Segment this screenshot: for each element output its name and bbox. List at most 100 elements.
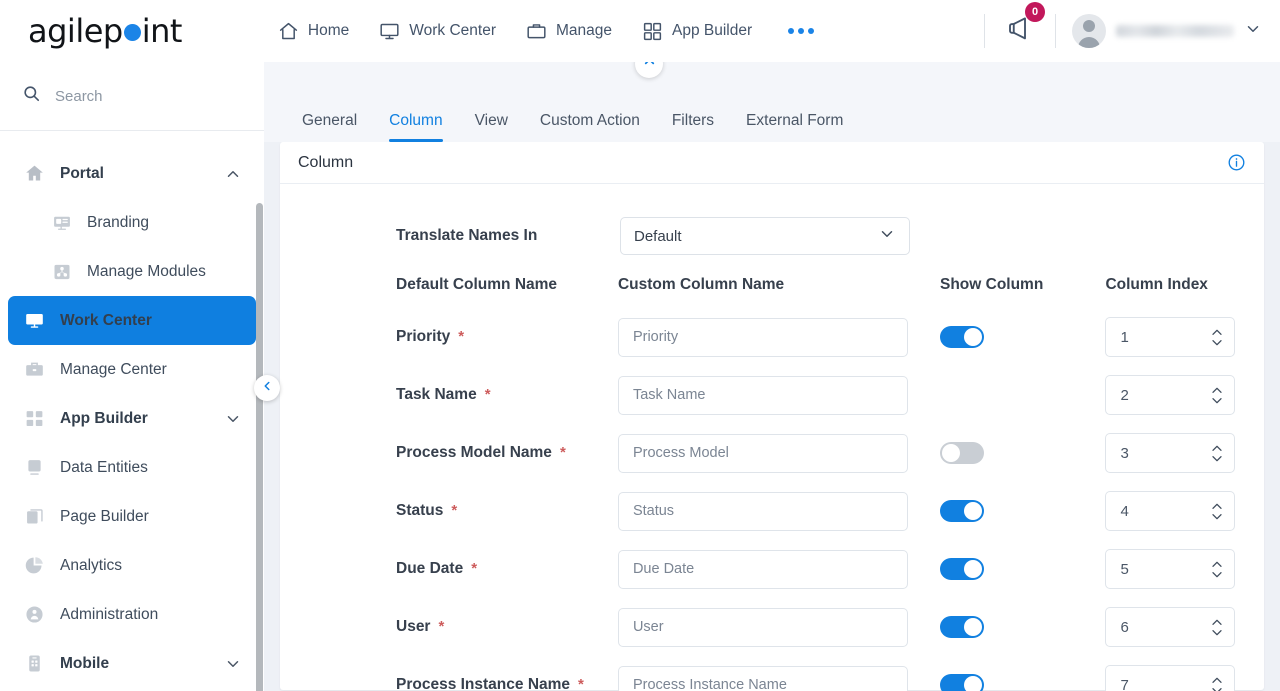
nav-item-work-center[interactable]: Work Center: [379, 21, 496, 42]
column-index-stepper[interactable]: 4: [1105, 491, 1236, 531]
header-custom-column-name: Custom Column Name: [617, 276, 785, 293]
custom-column-name-input[interactable]: Priority: [617, 317, 908, 357]
nav-item-home[interactable]: Home: [278, 21, 349, 42]
row-label: Task Name: [396, 386, 477, 403]
info-icon[interactable]: [1227, 153, 1246, 172]
row-default-name: Process Instance Name *: [396, 676, 618, 691]
briefcase-icon: [22, 359, 46, 380]
row-default-name: Priority *: [396, 328, 618, 346]
nav-item-app-builder[interactable]: App Builder: [642, 21, 752, 42]
sidebar-item-mobile[interactable]: Mobile: [8, 639, 256, 688]
tab-filters[interactable]: Filters: [656, 112, 730, 142]
more-options-icon[interactable]: [788, 28, 815, 34]
sidebar-label-branding: Branding: [87, 213, 150, 231]
sidebar-item-manage-center[interactable]: Manage Center: [8, 345, 256, 394]
grid-icon: [22, 408, 46, 429]
chevron-left-icon: [260, 379, 274, 398]
sidebar-item-manage-modules[interactable]: Manage Modules: [8, 247, 256, 296]
top-bar: agilep int Home Work Center Manage App Bu…: [0, 0, 1280, 62]
sidebar-scrollbar[interactable]: [256, 203, 263, 691]
tab-external-form[interactable]: External Form: [730, 112, 859, 142]
sidebar-label-manage-modules: Manage Modules: [87, 262, 206, 280]
show-column-toggle[interactable]: [939, 616, 984, 638]
sidebar-item-work-center[interactable]: Work Center: [8, 296, 256, 345]
show-column-toggle[interactable]: [939, 674, 984, 691]
sidebar-label-app-builder: App Builder: [60, 409, 148, 427]
column-index-value: 3: [1120, 444, 1129, 462]
user-menu[interactable]: [1056, 14, 1280, 48]
tab-view[interactable]: View: [459, 112, 524, 142]
sidebar-label-work-center: Work Center: [60, 311, 152, 329]
row-custom-name-cell: Status: [617, 491, 940, 531]
database-icon: [22, 457, 46, 478]
custom-column-name-input[interactable]: Due Date: [617, 549, 908, 589]
tab-column[interactable]: Column: [373, 112, 458, 142]
tab-strip: General Column View Custom Action Filter…: [264, 62, 1280, 142]
required-marker: *: [451, 502, 458, 519]
announcements-button[interactable]: 0: [985, 1, 1055, 49]
sidebar-collapse-button[interactable]: [254, 375, 280, 401]
column-index-stepper[interactable]: 7: [1105, 665, 1236, 691]
sidebar-item-administration[interactable]: Administration: [8, 590, 256, 639]
stepper-arrows[interactable]: [1210, 328, 1224, 347]
row-show-column-cell: [939, 326, 1105, 348]
show-column-toggle[interactable]: [939, 442, 984, 464]
custom-column-name-input[interactable]: Task Name: [617, 375, 908, 415]
tab-general[interactable]: General: [286, 112, 373, 142]
tab-custom-action[interactable]: Custom Action: [524, 112, 656, 142]
chevron-down-icon[interactable]: [224, 655, 242, 673]
required-marker: *: [559, 444, 566, 461]
sidebar-item-portal[interactable]: Portal: [8, 149, 256, 198]
column-index-stepper[interactable]: 3: [1105, 433, 1236, 473]
column-index-stepper[interactable]: 6: [1105, 607, 1236, 647]
row-column-index-cell: 6: [1105, 607, 1264, 647]
custom-column-name-input[interactable]: Status: [617, 491, 908, 531]
custom-column-name-input[interactable]: Process Instance Name: [617, 665, 908, 691]
nav-item-manage[interactable]: Manage: [526, 21, 612, 42]
sidebar-item-app-builder[interactable]: App Builder: [8, 394, 256, 443]
sidebar-label-administration: Administration: [60, 605, 159, 623]
chevron-up-icon[interactable]: [224, 165, 242, 183]
sidebar-item-branding[interactable]: Branding: [8, 198, 256, 247]
chevron-up-icon: [1212, 503, 1223, 509]
search-input[interactable]: Search: [0, 62, 264, 131]
column-grid-header: Default Column Name Custom Column Name S…: [280, 262, 1264, 308]
show-column-toggle[interactable]: [939, 500, 984, 522]
stepper-arrows[interactable]: [1210, 676, 1224, 691]
show-column-toggle[interactable]: [939, 558, 984, 580]
column-index-value: 1: [1120, 328, 1129, 346]
nav-label-work-center: Work Center: [409, 22, 496, 39]
chevron-down-icon[interactable]: [224, 410, 242, 428]
row-default-name: User *: [396, 618, 618, 636]
row-custom-name-cell: Process Model: [617, 433, 940, 473]
row-column-index-cell: 5: [1105, 549, 1264, 589]
column-index-stepper[interactable]: 5: [1105, 549, 1236, 589]
row-show-column-cell: [939, 500, 1105, 522]
custom-column-name-input[interactable]: Process Model: [617, 433, 908, 473]
column-index-stepper[interactable]: 1: [1105, 317, 1236, 357]
stepper-arrows[interactable]: [1210, 560, 1224, 579]
chevron-down-icon: [1212, 397, 1223, 403]
stepper-arrows[interactable]: [1210, 502, 1224, 521]
sidebar-item-page-builder[interactable]: Page Builder: [8, 492, 256, 541]
translate-names-select[interactable]: Default: [620, 217, 910, 255]
search-placeholder: Search: [55, 87, 103, 105]
sidebar-item-data-entities[interactable]: Data Entities: [8, 443, 256, 492]
stepper-arrows[interactable]: [1210, 386, 1224, 405]
show-column-toggle[interactable]: [939, 326, 984, 348]
custom-column-name-input[interactable]: User: [617, 607, 908, 647]
agilepoint-logo[interactable]: agilep int: [28, 12, 182, 50]
header-column-index: Column Index: [1105, 276, 1208, 293]
chevron-down-icon: [1212, 687, 1223, 691]
stepper-arrows[interactable]: [1210, 618, 1224, 637]
row-custom-name-cell: Process Instance Name: [617, 665, 940, 691]
collapse-header-button[interactable]: [635, 62, 663, 78]
sidebar-item-analytics[interactable]: Analytics: [8, 541, 256, 590]
stepper-arrows[interactable]: [1210, 444, 1224, 463]
required-marker: *: [578, 676, 584, 691]
column-index-stepper[interactable]: 2: [1105, 375, 1236, 415]
logo-dot-icon: [123, 24, 141, 41]
required-marker: *: [484, 386, 491, 403]
chevron-up-icon: [1212, 619, 1223, 625]
page-title: Column: [298, 153, 354, 171]
